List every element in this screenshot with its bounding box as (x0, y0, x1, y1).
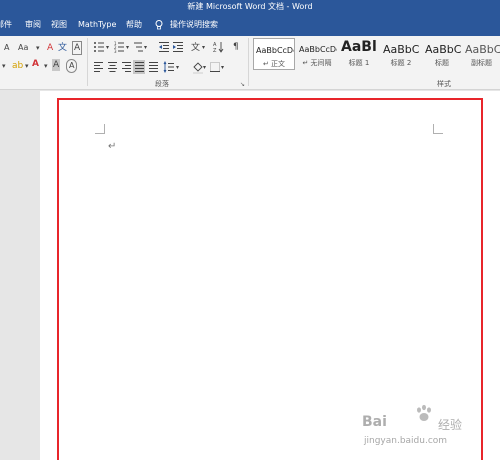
svg-text:▾: ▾ (176, 64, 179, 71)
align-center-icon (108, 62, 117, 72)
style-name: 标题 2 (390, 59, 412, 67)
svg-text:▾: ▾ (144, 44, 147, 51)
svg-text:3: 3 (114, 49, 117, 54)
style-heading-2[interactable]: AaBbC 标题 2 (381, 38, 421, 70)
svg-text:▾: ▾ (203, 64, 206, 71)
window-title: 新建 Microsoft Word 文档 - Word (187, 2, 313, 11)
watermark-brand: Bai (362, 414, 387, 430)
style-sample: AaBbCcDc (256, 46, 295, 55)
chinese-layout-icon: 文 (191, 41, 200, 53)
align-right-icon (122, 62, 131, 72)
crop-mark-top-right (433, 124, 443, 134)
sort-icon: AZ (213, 42, 224, 54)
line-spacing-icon (163, 60, 174, 74)
style-sample: AaBbC (425, 43, 461, 56)
style-sample: AaBbC (465, 43, 500, 56)
crop-mark-top-left (95, 124, 105, 134)
paragraph-mark: ↵ (108, 141, 117, 152)
group-divider (248, 38, 249, 86)
ribbon: A Aa ▾ A 文 A ▾ ab ▾ A ▾ A A ▾ 123 ▾ ▾ 文 … (0, 36, 500, 90)
char-shading-button[interactable]: A (52, 59, 61, 71)
highlight-icon[interactable]: ab (12, 60, 23, 72)
borders-icon (210, 62, 220, 72)
bullets-icon (94, 42, 104, 52)
watermark-url: jingyan.baidu.com (364, 436, 448, 446)
style-name: 标题 1 (348, 59, 370, 67)
watermark: Bai 经验 jingyan.baidu.com (362, 404, 490, 450)
distributed-icon (149, 62, 158, 72)
svg-text:▾: ▾ (221, 64, 224, 71)
phonetic-guide-icon[interactable]: 文 (58, 42, 67, 54)
shading-icon (193, 62, 203, 74)
char-border-button[interactable]: A (72, 41, 83, 55)
dropdown-arrow-icon[interactable]: ▾ (25, 60, 29, 72)
numbering-icon: 123 (114, 41, 124, 54)
tab-view[interactable]: 视图 (51, 14, 67, 36)
paragraph-group-label: 段落 (155, 80, 169, 88)
tab-help[interactable]: 帮助 (126, 14, 142, 36)
style-sample: AaBl (341, 39, 377, 55)
paragraph-dialog-launcher-icon[interactable]: ↘ (240, 81, 245, 89)
align-left-icon (94, 62, 103, 72)
svg-text:▾: ▾ (106, 44, 109, 51)
svg-text:▾: ▾ (202, 44, 205, 51)
increase-indent-icon (173, 42, 183, 52)
change-case-button[interactable]: Aa (18, 42, 28, 54)
style-no-spacing[interactable]: AaBbCcDc ↵ 无间隔 (297, 38, 337, 70)
clear-format-icon[interactable]: A (47, 42, 53, 54)
style-name: 标题 (435, 59, 449, 67)
font-color-button[interactable]: A (32, 58, 39, 70)
svg-text:▾: ▾ (126, 44, 129, 51)
shrink-font-button[interactable]: A (4, 42, 9, 54)
group-divider (87, 38, 88, 86)
tell-me-search[interactable]: 操作说明搜索 (170, 14, 218, 36)
paragraph-row-1: ▾ 123 ▾ ▾ 文 ▾ AZ (94, 41, 224, 54)
dropdown-arrow-icon[interactable]: ▾ (44, 60, 48, 72)
paragraph-row-2: ▾ ▾ ▾ (94, 60, 224, 74)
watermark-brand-2: 经验 (438, 418, 463, 432)
style-sample: AaBbCcDc (299, 45, 337, 54)
tab-mailings[interactable]: 邮件 (0, 14, 12, 36)
title-bar: 新建 Microsoft Word 文档 - Word (0, 0, 500, 14)
tab-review[interactable]: 审阅 (25, 14, 41, 36)
decrease-indent-icon (159, 42, 169, 52)
multilevel-list-icon (134, 42, 143, 52)
style-sample: AaBbC (383, 43, 420, 56)
lightbulb-icon[interactable] (155, 20, 163, 30)
document-margin (0, 91, 40, 460)
svg-text:文: 文 (191, 41, 200, 53)
style-heading-1[interactable]: AaBl 标题 1 (339, 38, 379, 70)
style-subtitle[interactable]: AaBbC 副标题 (463, 38, 500, 70)
dropdown-arrow-icon[interactable]: ▾ (2, 60, 6, 72)
styles-group-label: 样式 (437, 80, 451, 88)
style-name: ↵ 无间隔 (302, 59, 332, 67)
style-title[interactable]: AaBbC 标题 (423, 38, 461, 70)
enclosed-char-button[interactable]: A (66, 59, 78, 73)
show-marks-icon[interactable]: ¶ (233, 41, 239, 53)
paw-logo-icon (417, 404, 431, 421)
style-normal[interactable]: AaBbCcDc ↵ 正文 (253, 38, 295, 70)
tab-mathtype[interactable]: MathType (78, 14, 116, 36)
style-name: ↵ 正文 (262, 60, 286, 68)
svg-text:Z: Z (213, 48, 217, 54)
style-name: 副标题 (471, 59, 492, 67)
ribbon-tab-bar: 邮件 审阅 视图 MathType 帮助 操作说明搜索 (0, 14, 500, 36)
dropdown-arrow-icon[interactable]: ▾ (36, 42, 40, 54)
